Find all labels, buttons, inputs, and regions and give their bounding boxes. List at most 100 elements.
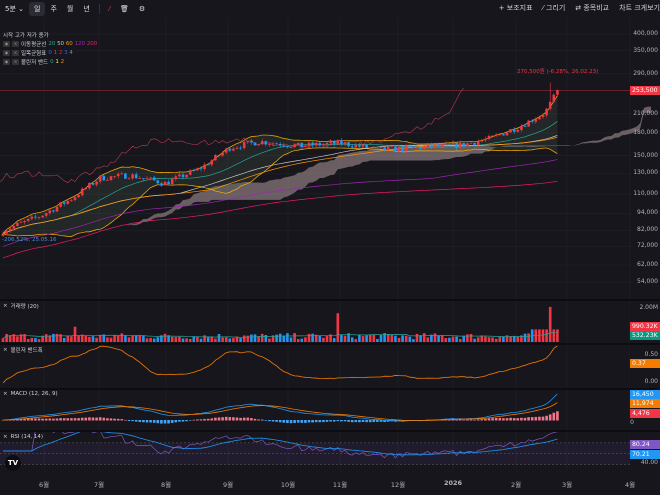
close-icon[interactable]: ×: [3, 303, 8, 309]
volume-bar: [55, 333, 59, 342]
macd-hist-bar: [221, 417, 224, 421]
macd-hist-bar: [88, 417, 91, 421]
macd-line: [2, 393, 558, 422]
volume-bar: [59, 334, 62, 342]
macd-hist-bar: [188, 420, 192, 421]
volume-bar: [368, 334, 372, 342]
volume-bar: [397, 337, 401, 342]
candle-body: [199, 168, 203, 170]
macd-hist-bar: [242, 417, 246, 421]
pane-divider[interactable]: [0, 343, 660, 345]
time-axis-label: 2월: [510, 481, 522, 489]
volume-bar: [476, 337, 480, 342]
period-day[interactable]: 일: [29, 2, 46, 16]
candle-body: [440, 144, 444, 147]
candle-body: [188, 170, 192, 175]
candle-body: [469, 142, 473, 144]
volume-bar: [62, 337, 66, 342]
volume-bar: [5, 333, 8, 342]
macd-hist-bar: [286, 420, 289, 424]
candle-body: [358, 144, 361, 147]
macd-chart[interactable]: [0, 390, 630, 430]
macd-hist-bar: [293, 420, 296, 424]
bbw-label: 볼린저 밴드폭: [10, 348, 43, 354]
volume-bar: [408, 336, 412, 342]
legend-param: 200: [86, 41, 98, 47]
period-month[interactable]: 월: [62, 2, 78, 16]
candle-body: [149, 177, 152, 179]
candle-body: [325, 142, 329, 145]
candle-body: [498, 134, 502, 136]
period-week[interactable]: 주: [45, 2, 61, 16]
volume-bar: [462, 335, 466, 342]
close-icon[interactable]: ×: [3, 434, 8, 440]
macd-hist-bar: [487, 418, 491, 421]
volume-bar: [106, 337, 109, 342]
interval-select[interactable]: 5분 ⌄: [0, 2, 29, 16]
add-indicator-button[interactable]: + 보조지표: [499, 3, 533, 13]
pane-divider[interactable]: [0, 430, 660, 432]
gear-icon[interactable]: ⚙: [134, 3, 150, 15]
time-axis-label: 11월: [332, 481, 348, 489]
tradingview-logo[interactable]: TV: [5, 455, 21, 471]
volume-bar: [185, 338, 188, 342]
volume-bar: [120, 333, 124, 342]
volume-bar: [516, 336, 520, 342]
macd-hist-bar: [455, 419, 458, 421]
close-icon[interactable]: ×: [3, 347, 8, 353]
eye-icon[interactable]: ◉: [3, 59, 10, 65]
interval-label: 5분: [5, 5, 16, 13]
macd-hist-bar: [98, 417, 102, 421]
volume-bar: [16, 336, 19, 342]
fullscreen-button[interactable]: 차트 크게보기: [619, 3, 660, 13]
candle-body: [307, 142, 311, 147]
indicator-color-icon[interactable]: ⁄: [104, 3, 115, 15]
price-chart[interactable]: [0, 18, 660, 300]
volume-bar: [113, 335, 116, 342]
bb-width-chart[interactable]: [0, 345, 630, 387]
macd-hist-bar: [480, 419, 484, 421]
rsi-value-tag: 80.24: [630, 440, 660, 449]
eye-icon[interactable]: ◉: [3, 41, 10, 47]
candle-body: [390, 146, 394, 148]
volume-bar: [422, 333, 426, 342]
close-icon[interactable]: ×: [12, 59, 19, 65]
macd-hist-bar: [239, 417, 242, 421]
rsi-band: [0, 442, 630, 465]
period-year[interactable]: 년: [78, 2, 94, 16]
candle-body: [271, 143, 275, 145]
volume-bar: [88, 336, 91, 342]
candle-body: [361, 144, 365, 147]
rsi-chart[interactable]: [0, 432, 630, 470]
candle-body: [372, 146, 376, 148]
close-icon[interactable]: ×: [3, 391, 8, 397]
macd-hist-bar: [376, 420, 379, 422]
volume-bar: [448, 337, 451, 342]
volume-chart[interactable]: [0, 301, 630, 343]
rsi-title: × RSI (14, 14): [3, 434, 43, 440]
macd-hist-bar: [556, 411, 559, 421]
candle-body: [275, 143, 278, 145]
candle-body: [548, 101, 552, 109]
macd-hist-bar: [314, 420, 318, 423]
pane-divider[interactable]: [0, 299, 660, 301]
volume-bar: [268, 338, 271, 342]
compare-button[interactable]: ⇄ 종목비교: [575, 3, 609, 13]
close-icon[interactable]: ×: [12, 41, 19, 47]
candle-body: [145, 178, 149, 180]
draw-button[interactable]: ⁄ 그리기: [543, 3, 566, 13]
eye-icon[interactable]: ◉: [3, 50, 10, 56]
close-icon[interactable]: ×: [12, 50, 19, 56]
candle-body: [412, 146, 415, 148]
legend-param: 120: [74, 41, 87, 47]
trash-icon[interactable]: 🗑: [115, 3, 134, 15]
rsi-level-label: 40.00: [640, 459, 658, 466]
ichimoku-legend: ◉ × 일목균형표 0 1 2 3 4: [3, 49, 73, 57]
toolbar: 5분 ⌄ 일 주 월 년 ⁄ 🗑 ⚙ + 보조지표 ⁄ 그리기 ⇄ 종목비교 차…: [0, 0, 660, 18]
volume-bar: [181, 338, 185, 342]
pane-divider[interactable]: [0, 388, 660, 390]
volume-bar: [250, 334, 253, 342]
candle-body: [289, 146, 293, 148]
candle-body: [426, 144, 430, 147]
candle-body: [170, 179, 174, 185]
